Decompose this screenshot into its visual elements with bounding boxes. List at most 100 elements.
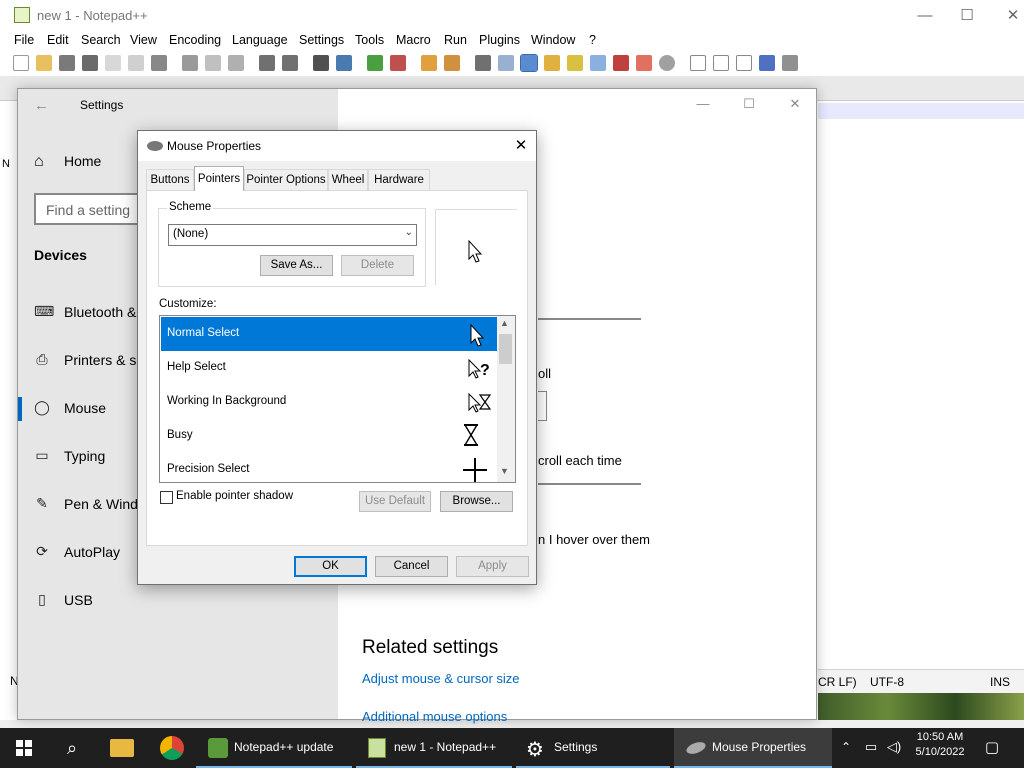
minimize-icon[interactable]: —: [680, 89, 726, 119]
scroll-down-icon[interactable]: ▼: [500, 466, 509, 476]
menu-window[interactable]: Window: [531, 33, 575, 47]
nav-item-label: Typing: [64, 448, 106, 464]
search-icon[interactable]: ⌕: [60, 736, 84, 760]
scrollbar-thumb[interactable]: [499, 334, 512, 364]
close-icon[interactable]: ✕: [990, 0, 1024, 31]
task-notepadpp-update[interactable]: Notepad++ update: [196, 728, 352, 768]
tab-pointer-options[interactable]: Pointer Options: [244, 169, 328, 191]
task-notepadpp[interactable]: new 1 - Notepad++: [356, 728, 512, 768]
comment-icon[interactable]: [659, 55, 675, 71]
sync-horizontal-icon[interactable]: [444, 55, 460, 71]
sync-vertical-icon[interactable]: [421, 55, 437, 71]
menu-tools[interactable]: Tools: [355, 33, 384, 47]
paste-icon[interactable]: [228, 55, 244, 71]
start-button[interactable]: [0, 728, 48, 768]
scheme-select[interactable]: (None) ⌄: [168, 224, 417, 246]
ok-button[interactable]: OK: [294, 556, 367, 577]
open-file-icon[interactable]: [36, 55, 52, 71]
additional-mouse-options-link[interactable]: Additional mouse options: [362, 709, 507, 724]
file-explorer-icon[interactable]: [110, 739, 134, 757]
tab-buttons[interactable]: Buttons: [146, 169, 194, 191]
pointer-row-normal-select[interactable]: Normal Select: [161, 317, 497, 351]
undo-icon[interactable]: [259, 55, 275, 71]
zoom-out-icon[interactable]: [390, 55, 406, 71]
pointer-row-busy[interactable]: Busy: [161, 419, 497, 453]
save-as-button[interactable]: Save As...: [260, 255, 333, 276]
menu-macro[interactable]: Macro: [396, 33, 431, 47]
folder-workspace-icon[interactable]: [613, 55, 629, 71]
adjust-cursor-size-link[interactable]: Adjust mouse & cursor size: [362, 671, 520, 686]
tab-pointers[interactable]: Pointers: [194, 166, 244, 191]
pointer-row-working-in-background[interactable]: Working In Background: [161, 385, 497, 419]
find-icon[interactable]: [313, 55, 329, 71]
pointer-row-help-select[interactable]: Help Select ?: [161, 351, 497, 385]
copy-icon[interactable]: [205, 55, 221, 71]
volume-icon[interactable]: ◁): [885, 739, 903, 755]
run-macro-multiple-icon[interactable]: [759, 55, 775, 71]
menu-encoding[interactable]: Encoding: [169, 33, 221, 47]
tab-hardware[interactable]: Hardware: [368, 169, 430, 191]
delete-button[interactable]: Delete: [341, 255, 414, 276]
close-file-icon[interactable]: [105, 55, 121, 71]
cancel-button[interactable]: Cancel: [375, 556, 448, 577]
scroll-label-fragment: oll: [538, 366, 552, 381]
menu-settings[interactable]: Settings: [299, 33, 344, 47]
monitoring-icon[interactable]: [636, 55, 652, 71]
slider-track[interactable]: [538, 483, 641, 485]
enable-pointer-shadow-checkbox[interactable]: [160, 491, 173, 504]
pointer-row-precision-select[interactable]: Precision Select: [161, 453, 497, 482]
task-settings[interactable]: ⚙ Settings: [516, 728, 670, 768]
menu-edit[interactable]: Edit: [47, 33, 69, 47]
task-mouse-properties[interactable]: Mouse Properties: [674, 728, 832, 768]
show-all-chars-icon[interactable]: [498, 55, 514, 71]
menu-file[interactable]: File: [14, 33, 34, 47]
tab-wheel[interactable]: Wheel: [328, 169, 368, 191]
nav-home[interactable]: Home: [64, 153, 101, 169]
browse-button[interactable]: Browse...: [440, 491, 513, 512]
close-icon[interactable]: ✕: [772, 89, 818, 119]
clock[interactable]: 10:50 AM 5/10/2022: [910, 731, 970, 758]
play-macro-icon[interactable]: [736, 55, 752, 71]
scroll-dropdown[interactable]: [538, 391, 547, 421]
minimize-icon[interactable]: —: [902, 0, 948, 31]
replace-icon[interactable]: [336, 55, 352, 71]
notifications-icon[interactable]: ▢: [980, 738, 1004, 756]
save-macro-icon[interactable]: [782, 55, 798, 71]
chrome-icon[interactable]: [160, 736, 184, 760]
network-icon[interactable]: ▭: [862, 739, 880, 755]
close-all-icon[interactable]: [128, 55, 144, 71]
back-arrow-icon[interactable]: ←: [34, 97, 49, 114]
pointer-list[interactable]: Normal Select Help Select ? Working In B…: [159, 315, 516, 483]
maximize-icon[interactable]: ☐: [726, 89, 772, 119]
indent-guide-icon[interactable]: [520, 54, 538, 72]
new-file-icon[interactable]: [13, 55, 29, 71]
maximize-icon[interactable]: ☐: [944, 0, 990, 31]
word-wrap-icon[interactable]: [475, 55, 491, 71]
slider-track[interactable]: [538, 318, 641, 320]
doc-map-icon[interactable]: [567, 55, 583, 71]
save-all-icon[interactable]: [82, 55, 98, 71]
function-list-icon[interactable]: [590, 55, 606, 71]
chevron-up-icon[interactable]: ⌃: [838, 740, 854, 754]
menu-view[interactable]: View: [130, 33, 157, 47]
lang-icon[interactable]: [544, 55, 560, 71]
desktop-wallpaper: [818, 693, 1024, 720]
cut-icon[interactable]: [182, 55, 198, 71]
apply-button[interactable]: Apply: [456, 556, 529, 577]
record-macro-icon[interactable]: [690, 55, 706, 71]
redo-icon[interactable]: [282, 55, 298, 71]
menu-language[interactable]: Language: [232, 33, 288, 47]
print-icon[interactable]: [151, 55, 167, 71]
menu-plugins[interactable]: Plugins: [479, 33, 520, 47]
menu-help[interactable]: ?: [589, 33, 596, 47]
pointer-list-scrollbar[interactable]: ▲ ▼: [497, 316, 515, 482]
use-default-button[interactable]: Use Default: [359, 491, 431, 512]
zoom-in-icon[interactable]: [367, 55, 383, 71]
menu-run[interactable]: Run: [444, 33, 467, 47]
mouse-icon: [684, 739, 708, 757]
scroll-up-icon[interactable]: ▲: [500, 318, 509, 328]
save-icon[interactable]: [59, 55, 75, 71]
close-icon[interactable]: ✕: [508, 135, 534, 157]
stop-macro-icon[interactable]: [713, 55, 729, 71]
menu-search[interactable]: Search: [81, 33, 121, 47]
